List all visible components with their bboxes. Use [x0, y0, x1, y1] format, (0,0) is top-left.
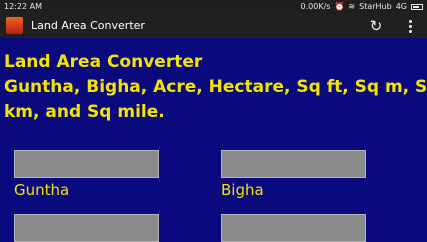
alarm-icon: ⏰: [334, 2, 345, 11]
guntha-input[interactable]: [14, 150, 159, 178]
battery-icon: [411, 3, 423, 10]
action-bar: Land Area Converter ↻: [0, 13, 427, 38]
app-title: Land Area Converter: [31, 19, 145, 32]
bigha-input[interactable]: [221, 150, 366, 178]
app-logo-icon: [6, 17, 23, 34]
carrier-name: StarHub: [359, 2, 392, 11]
status-bar: 12:22 AM 0.00K/s ⏰ ≋ StarHub 4G: [0, 0, 427, 13]
heading-units-line: km, and Sq mile.: [4, 102, 165, 122]
guntha-label: Guntha: [14, 181, 70, 199]
network-speed: 0.00K/s: [300, 2, 331, 11]
page-heading: Land Area Converter Guntha, Bigha, Acre,…: [4, 50, 427, 125]
acre-input[interactable]: [14, 214, 159, 242]
status-time: 12:22 AM: [4, 2, 42, 11]
bigha-label: Bigha: [221, 181, 264, 199]
overflow-menu-icon[interactable]: [404, 16, 416, 36]
heading-units-line: Guntha, Bigha, Acre, Hectare, Sq ft, Sq …: [4, 77, 427, 97]
network-type: 4G: [395, 2, 407, 11]
refresh-icon[interactable]: ↻: [366, 16, 386, 36]
wifi-icon: ≋: [348, 2, 356, 11]
hectare-input[interactable]: [221, 214, 366, 242]
heading-title: Land Area Converter: [4, 52, 203, 72]
status-icons: 0.00K/s ⏰ ≋ StarHub 4G: [301, 0, 423, 13]
